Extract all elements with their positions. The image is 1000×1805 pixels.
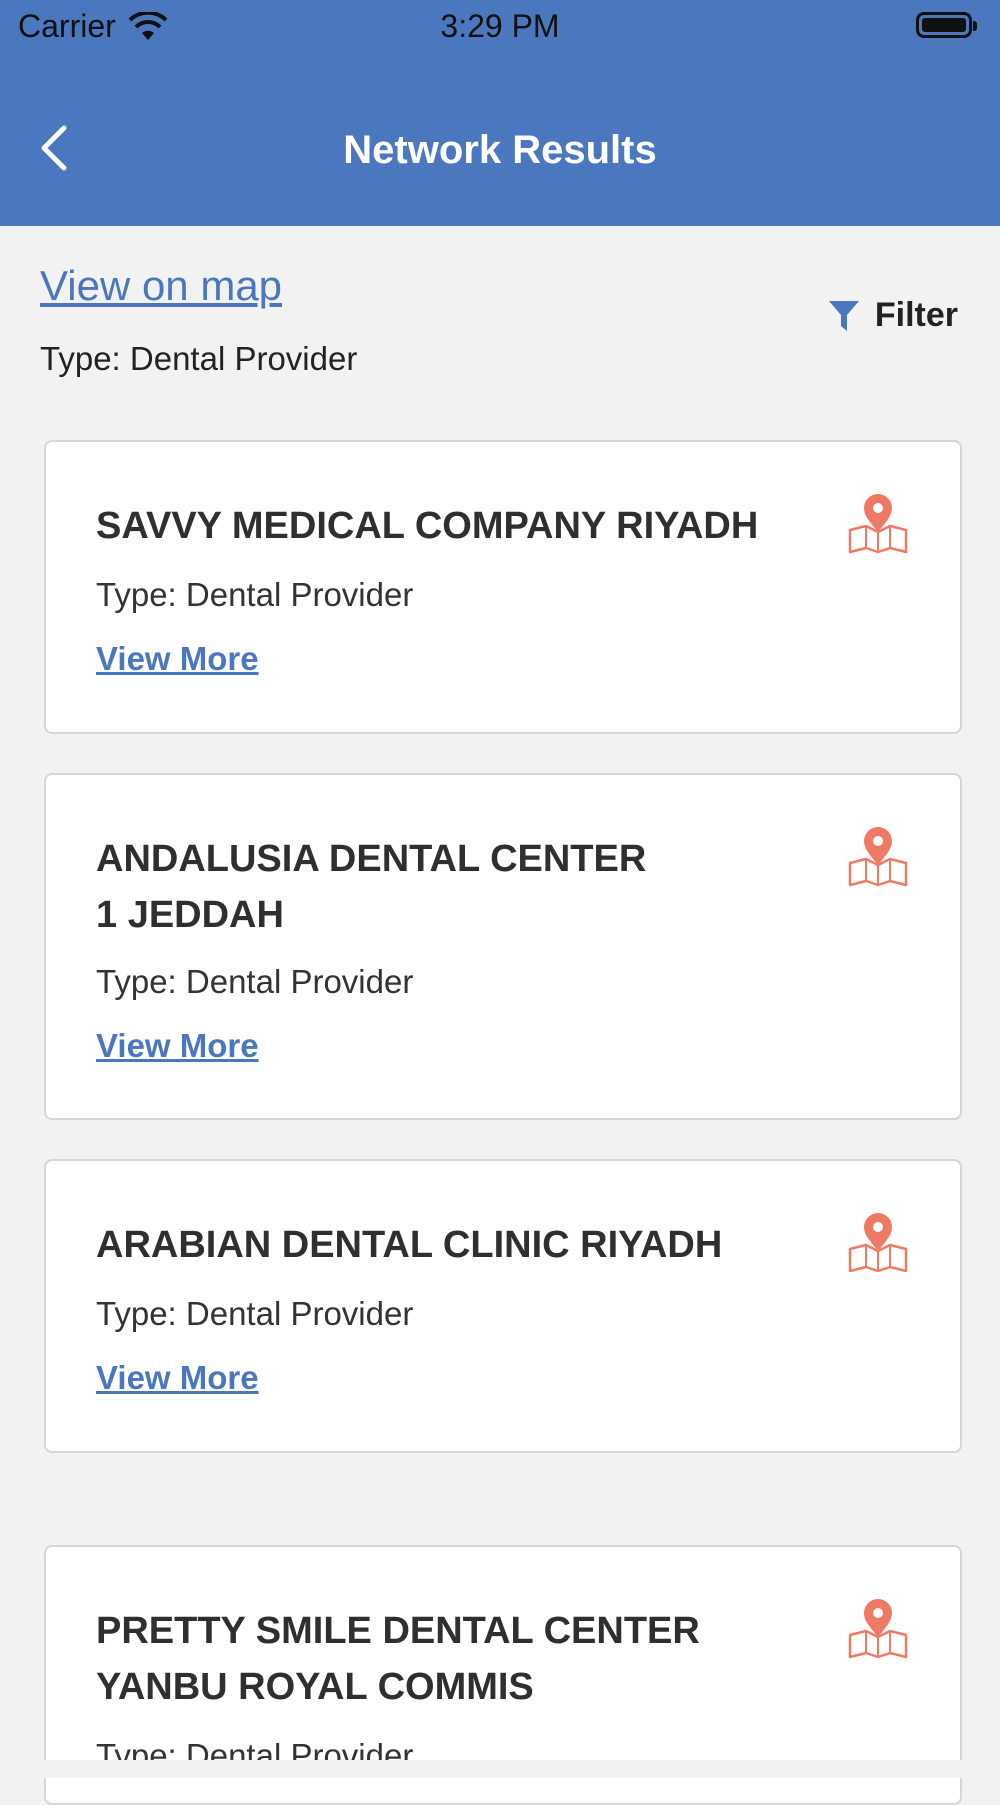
provider-name: ANDALUSIA DENTAL CENTER 1 JEDDAH bbox=[96, 838, 647, 936]
view-more-link[interactable]: View More bbox=[96, 640, 259, 678]
map-pin-icon[interactable] bbox=[846, 1597, 910, 1659]
view-more-link[interactable]: View More bbox=[96, 1359, 259, 1397]
result-card: ARABIAN DENTAL CLINIC RIYADH Type: Denta… bbox=[44, 1159, 962, 1453]
provider-name: SAVVY MEDICAL COMPANY RIYADH bbox=[96, 505, 759, 547]
map-pin-icon[interactable] bbox=[846, 492, 910, 554]
map-pin-icon[interactable] bbox=[846, 1211, 910, 1273]
provider-type: Type: Dental Provider bbox=[96, 963, 414, 1000]
provider-name: ARABIAN DENTAL CLINIC RIYADH bbox=[96, 1224, 723, 1266]
result-card: ANDALUSIA DENTAL CENTER 1 JEDDAH Type: D… bbox=[44, 773, 962, 1120]
provider-type: Type: Dental Provider bbox=[96, 576, 414, 613]
filter-button[interactable]: Filter bbox=[827, 296, 958, 335]
provider-name: PRETTY SMILE DENTAL CENTER YANBU ROYAL C… bbox=[96, 1610, 700, 1708]
provider-type: Type: Dental Provider bbox=[96, 1295, 414, 1332]
filter-label: Filter bbox=[874, 296, 958, 334]
view-more-link[interactable]: View More bbox=[96, 1027, 259, 1065]
funnel-icon bbox=[828, 300, 859, 331]
type-filter-summary: Type: Dental Provider bbox=[40, 340, 358, 377]
result-card: SAVVY MEDICAL COMPANY RIYADH Type: Denta… bbox=[44, 440, 962, 734]
status-time: 3:29 PM bbox=[440, 8, 560, 44]
view-on-map-link[interactable]: View on map bbox=[40, 262, 282, 310]
bottom-edge bbox=[0, 1760, 1000, 1778]
battery-icon bbox=[916, 12, 977, 38]
map-pin-icon[interactable] bbox=[846, 825, 910, 887]
top-header: Carrier 3:29 PM Network Results bbox=[0, 0, 1000, 226]
page-title: Network Results bbox=[343, 128, 657, 172]
